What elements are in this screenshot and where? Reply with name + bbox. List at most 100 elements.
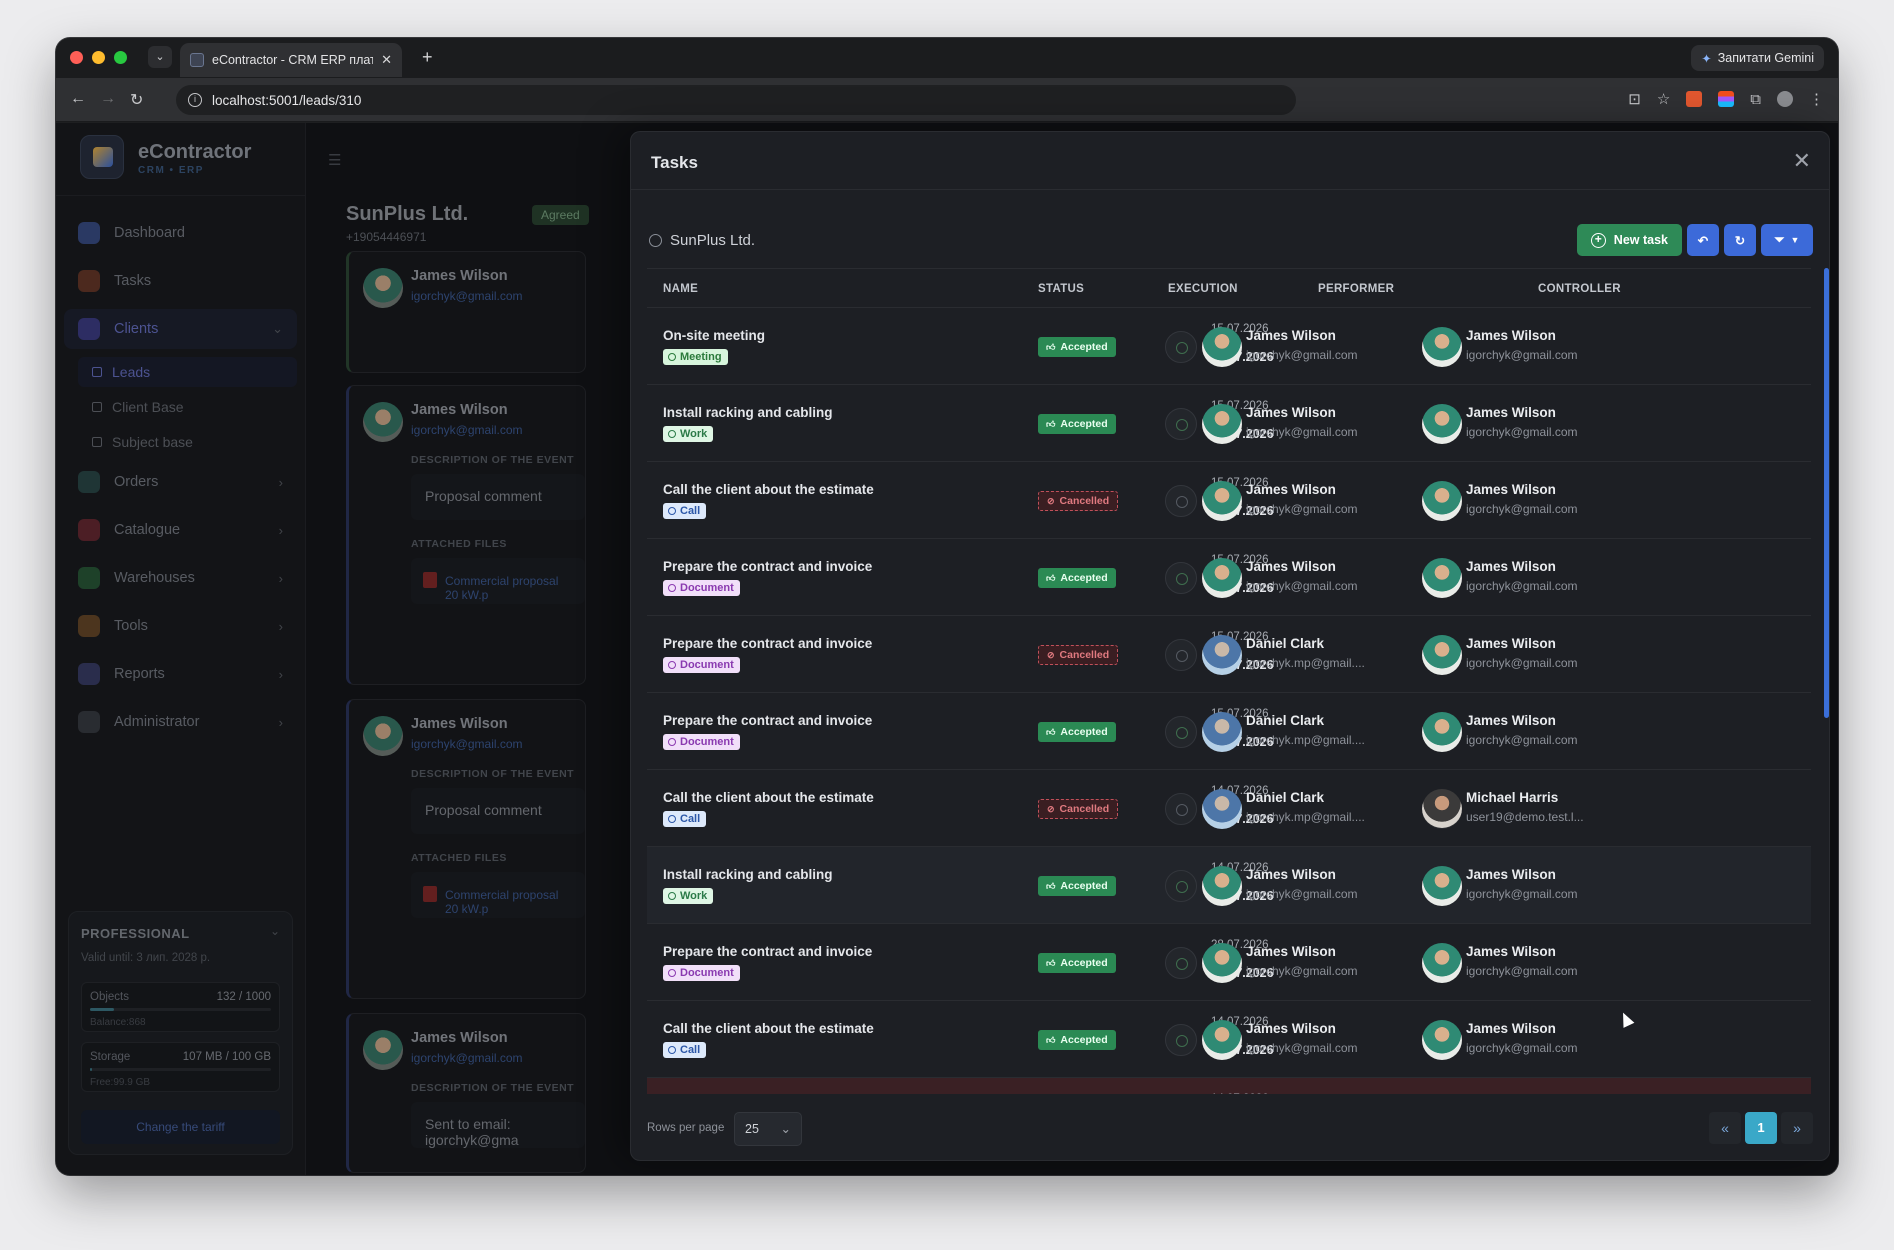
task-name[interactable]: Install racking and cabling [663, 405, 833, 420]
table-row[interactable]: Call the client about the estimate Call ⊘ C… [647, 770, 1811, 847]
tab-title: eContractor - CRM ERP плат [212, 53, 374, 67]
table-row[interactable]: On-site meeting Meeting 👍︎ Accepted 15.07.20… [647, 308, 1811, 385]
new-task-button[interactable]: + New task [1576, 224, 1682, 256]
controller-name: James Wilson [1466, 1021, 1556, 1036]
performer-avatar [1202, 558, 1242, 598]
task-type-label: Work [680, 890, 708, 902]
performer-name: James Wilson [1246, 559, 1336, 574]
undo-button[interactable]: ↶ [1687, 224, 1719, 256]
task-name[interactable]: Call the client about the estimate [663, 790, 874, 805]
controller-name: James Wilson [1466, 713, 1556, 728]
close-tab-icon[interactable]: ✕ [381, 52, 392, 68]
browser-tab[interactable]: eContractor - CRM ERP плат ✕ [180, 43, 402, 77]
forward-icon[interactable]: → [100, 90, 116, 108]
status-badge[interactable]: 👍︎ Accepted [1038, 414, 1116, 434]
modal-header: Tasks ✕ [631, 132, 1829, 190]
task-name[interactable]: Install racking and cabling [663, 867, 833, 882]
prev-page-button[interactable]: « [1709, 1112, 1741, 1144]
extension-icon-1[interactable] [1686, 91, 1703, 107]
table-row[interactable]: Prepare the contract and invoice Document… [647, 616, 1811, 693]
status-badge[interactable]: ⊘ Cancelled [1038, 645, 1119, 665]
cancel-icon: ⊘ [1047, 650, 1055, 660]
rows-per-page-value: 25 [745, 1122, 759, 1136]
rows-per-page-select[interactable]: 25 ⌄ [734, 1112, 802, 1146]
table-row[interactable]: Install racking and cabling Work 👍︎ Accepte… [647, 847, 1811, 924]
controller-name: James Wilson [1466, 328, 1556, 343]
execution-status-icon[interactable] [1165, 639, 1197, 671]
performer-email: igorchyk@gmail.com [1246, 348, 1358, 362]
table-row[interactable]: Prepare the contract and invoice Document… [647, 693, 1811, 770]
table-row[interactable]: Prepare the contract and invoice Document… [647, 539, 1811, 616]
reload-icon[interactable]: ↻ [130, 90, 143, 110]
undo-icon: ↶ [1697, 233, 1709, 248]
install-app-icon[interactable]: ⊡ [1628, 90, 1641, 108]
execution-status-icon[interactable] [1165, 1024, 1197, 1056]
table-row[interactable]: Call the client about the estimate Call ⊘ C… [647, 462, 1811, 539]
status-badge[interactable]: 👍︎ Accepted [1038, 1030, 1116, 1050]
person-icon [649, 234, 662, 247]
call-icon [668, 507, 676, 515]
zoom-window-button[interactable] [114, 51, 127, 64]
controller-avatar [1422, 635, 1462, 675]
thumbs-up-icon: 👍︎ [1046, 342, 1056, 352]
bookmark-star-icon[interactable]: ☆ [1657, 90, 1670, 108]
status-badge[interactable]: 👍︎ Accepted [1038, 568, 1116, 588]
table-row[interactable]: On-site meetingMeeting👍︎Accepted14.07.20… [647, 1078, 1811, 1094]
task-name[interactable]: Prepare the contract and invoice [663, 636, 872, 651]
status-badge[interactable]: 👍︎ Accepted [1038, 876, 1116, 896]
url-field[interactable]: i localhost:5001/leads/310 [176, 85, 1296, 115]
tab-search-button[interactable]: ⌄ [148, 46, 172, 68]
task-name[interactable]: Prepare the contract and invoice [663, 944, 872, 959]
task-name[interactable]: Call the client about the estimate [663, 482, 874, 497]
execution-status-icon[interactable] [1165, 793, 1197, 825]
controller-email: igorchyk@gmail.com [1466, 348, 1578, 362]
status-badge[interactable]: 👍︎ Accepted [1038, 722, 1116, 742]
execution-status-icon[interactable] [1165, 870, 1197, 902]
execution-status-icon[interactable] [1165, 716, 1197, 748]
column-controller[interactable]: CONTROLLER [1538, 283, 1621, 295]
table-row[interactable]: Install racking and cabling Work 👍︎ Accepte… [647, 385, 1811, 462]
column-name[interactable]: NAME [663, 283, 698, 295]
next-page-button[interactable]: » [1781, 1112, 1813, 1144]
minimize-window-button[interactable] [92, 51, 105, 64]
status-badge[interactable]: ⊘ Cancelled [1038, 799, 1119, 819]
execution-status-icon[interactable] [1165, 562, 1197, 594]
gemini-label: Запитати Gemini [1717, 51, 1814, 65]
task-type-badge: Document [663, 734, 740, 750]
extensions-puzzle-icon[interactable]: ⧉ [1750, 91, 1761, 108]
gemini-button[interactable]: ✦ Запитати Gemini [1691, 45, 1824, 71]
column-status[interactable]: STATUS [1038, 283, 1084, 295]
close-window-button[interactable] [70, 51, 83, 64]
execution-status-icon[interactable] [1165, 408, 1197, 440]
close-modal-icon[interactable]: ✕ [1793, 148, 1811, 174]
task-type-badge: Call [663, 811, 707, 827]
document-icon [668, 738, 676, 746]
refresh-button[interactable]: ↻ [1724, 224, 1756, 256]
status-badge[interactable]: 👍︎ Accepted [1038, 337, 1116, 357]
execution-status-icon[interactable] [1165, 485, 1197, 517]
column-execution[interactable]: EXECUTION [1168, 283, 1238, 295]
status-badge[interactable]: ⊘ Cancelled [1038, 491, 1119, 511]
back-icon[interactable]: ← [70, 90, 86, 108]
table-row[interactable]: Prepare the contract and invoice Document… [647, 924, 1811, 1001]
controller-email: igorchyk@gmail.com [1466, 425, 1578, 439]
task-name[interactable]: Prepare the contract and invoice [663, 559, 872, 574]
site-info-icon[interactable]: i [188, 93, 202, 107]
task-name[interactable]: Call the client about the estimate [663, 1021, 874, 1036]
controller-email: igorchyk@gmail.com [1466, 579, 1578, 593]
window-controls [70, 51, 127, 64]
column-performer[interactable]: PERFORMER [1318, 283, 1394, 295]
page-button-1[interactable]: 1 [1745, 1112, 1777, 1144]
execution-status-icon[interactable] [1165, 331, 1197, 363]
browser-menu-icon[interactable]: ⋮ [1809, 90, 1824, 108]
filter-button[interactable]: ⏷ ▼ [1761, 224, 1813, 256]
task-name[interactable]: Prepare the contract and invoice [663, 713, 872, 728]
figma-extension-icon[interactable] [1718, 91, 1735, 107]
execution-status-icon[interactable] [1165, 947, 1197, 979]
task-name[interactable]: On-site meeting [663, 328, 765, 343]
table-row[interactable]: Call the client about the estimate Call 👍︎… [647, 1001, 1811, 1078]
profile-avatar-icon[interactable] [1777, 91, 1793, 107]
table-scrollbar[interactable] [1824, 268, 1829, 718]
status-badge[interactable]: 👍︎ Accepted [1038, 953, 1116, 973]
new-tab-button[interactable]: + [422, 47, 433, 68]
